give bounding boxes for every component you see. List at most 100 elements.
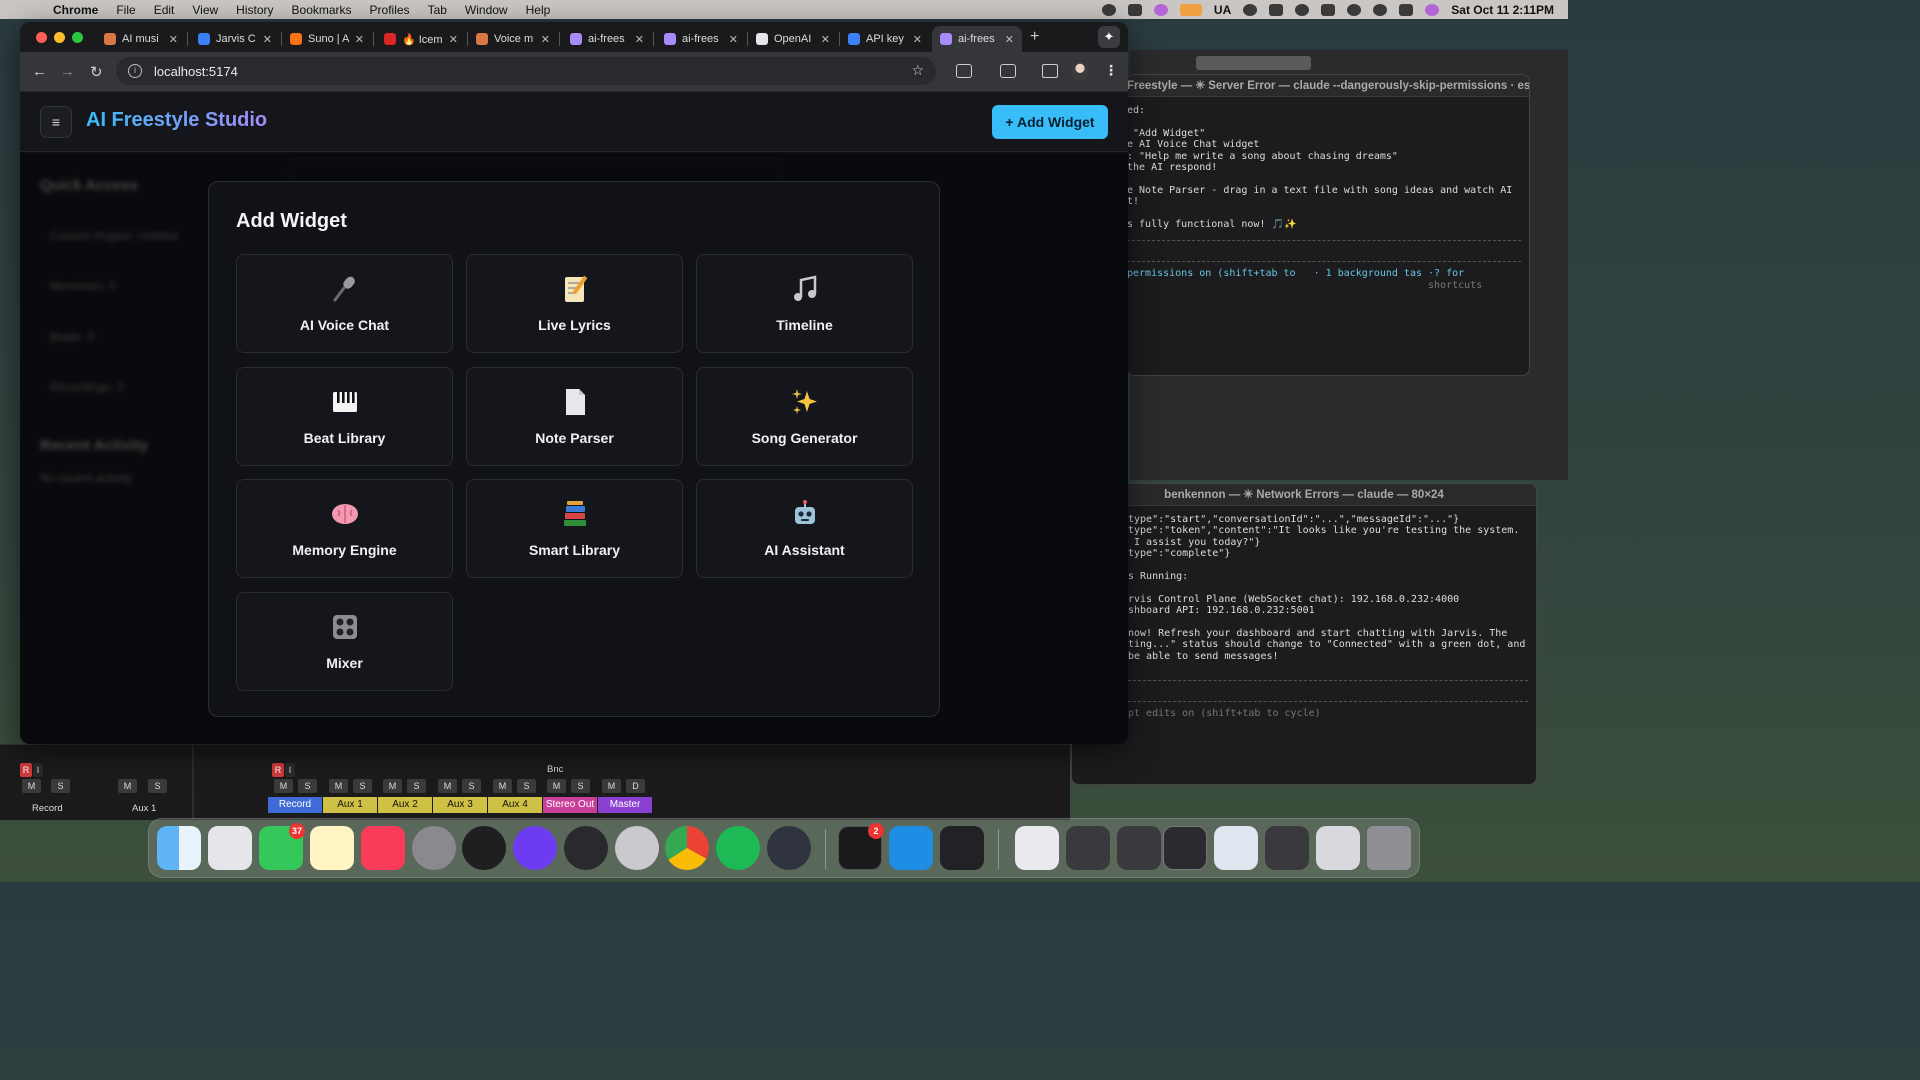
widget-option-live-lyrics[interactable]: Live Lyrics xyxy=(466,254,683,353)
widget-option-mixer[interactable]: Mixer xyxy=(236,592,453,691)
docker-icon[interactable] xyxy=(889,826,933,870)
compressor-icon[interactable] xyxy=(615,826,659,870)
new-tab-button[interactable]: + xyxy=(1030,28,1039,46)
bus-label[interactable]: Master xyxy=(598,797,652,813)
recent-folder-icon[interactable] xyxy=(1066,826,1110,870)
browser-tab[interactable]: ai-frees ✕ xyxy=(932,26,1022,52)
mute-button[interactable]: M xyxy=(118,779,137,793)
close-tab-icon[interactable]: ✕ xyxy=(635,33,644,46)
close-tab-icon[interactable]: ✕ xyxy=(729,33,738,46)
arc-icon[interactable] xyxy=(513,826,557,870)
hamburger-menu-icon[interactable]: ≡ xyxy=(40,106,72,138)
menu-edit[interactable]: Edit xyxy=(145,3,184,17)
sparkle-status-icon[interactable] xyxy=(1127,3,1142,16)
widget-option-song-generator[interactable]: Song Generator xyxy=(696,367,913,466)
browser-tab[interactable]: API key ✕ xyxy=(840,26,930,52)
close-tab-icon[interactable]: ✕ xyxy=(355,33,364,46)
menu-history[interactable]: History xyxy=(227,3,282,17)
trash-icon[interactable] xyxy=(1367,826,1411,870)
browser-tab[interactable]: Voice m ✕ xyxy=(468,26,558,52)
profile-avatar[interactable] xyxy=(1071,62,1089,80)
microphone-status-icon[interactable] xyxy=(1179,3,1202,16)
bus-label[interactable]: Aux 1 xyxy=(323,797,377,813)
browser-tab[interactable]: ai-frees ✕ xyxy=(562,26,652,52)
finder-icon[interactable] xyxy=(157,826,201,870)
widget-option-smart-library[interactable]: Smart Library xyxy=(466,479,683,578)
window-thumbnail[interactable] xyxy=(1163,826,1207,870)
music-file-icon[interactable] xyxy=(1015,826,1059,870)
solo-button[interactable]: S xyxy=(51,779,70,793)
forward-arrow-icon[interactable]: → xyxy=(60,63,75,80)
browser-tab[interactable]: ai-frees ✕ xyxy=(656,26,746,52)
menu-profiles[interactable]: Profiles xyxy=(361,3,419,17)
menu-help[interactable]: Help xyxy=(517,3,560,17)
menu-window[interactable]: Window xyxy=(456,3,517,17)
audio-app-icon[interactable] xyxy=(940,826,984,870)
close-tab-icon[interactable]: ✕ xyxy=(263,33,272,46)
bookmark-star-icon[interactable]: ☆ xyxy=(911,62,924,79)
app-status-icon[interactable] xyxy=(1153,3,1168,16)
close-tab-icon[interactable]: ✕ xyxy=(169,33,178,46)
solo-button[interactable]: S xyxy=(148,779,167,793)
control-center-icon[interactable] xyxy=(1399,3,1414,16)
add-widget-button[interactable]: + Add Widget xyxy=(992,105,1108,139)
widget-option-ai-assistant[interactable]: AI Assistant xyxy=(696,479,913,578)
system-settings-icon[interactable] xyxy=(412,826,456,870)
browser-tab[interactable]: OpenAI ✕ xyxy=(748,26,838,52)
site-info-icon[interactable]: i xyxy=(128,64,142,78)
chrome-icon[interactable] xyxy=(665,826,709,870)
spotlight-icon[interactable] xyxy=(1373,3,1388,16)
mixer-app-icon[interactable] xyxy=(564,826,608,870)
close-tab-icon[interactable]: ✕ xyxy=(541,33,550,46)
tab-search-icon[interactable]: ✦ xyxy=(1098,26,1120,48)
window-thumbnail[interactable] xyxy=(1265,826,1309,870)
chrome-menu-icon[interactable]: ⋮ xyxy=(1104,62,1118,79)
zoom-window-button[interactable] xyxy=(72,32,83,43)
reload-icon[interactable]: ↻ xyxy=(90,63,103,81)
bus-label[interactable]: Record xyxy=(268,797,322,813)
menu-bookmarks[interactable]: Bookmarks xyxy=(283,3,361,17)
close-tab-icon[interactable]: ✕ xyxy=(913,33,922,46)
browser-tab[interactable]: Jarvis C ✕ xyxy=(190,26,280,52)
window-thumbnail[interactable] xyxy=(1214,826,1258,870)
battery-icon[interactable] xyxy=(1321,3,1336,16)
widget-option-memory-engine[interactable]: Memory Engine xyxy=(236,479,453,578)
bus-label[interactable]: Stereo Out xyxy=(543,797,597,813)
close-tab-icon[interactable]: ✕ xyxy=(449,33,458,46)
atom-icon[interactable] xyxy=(767,826,811,870)
launchpad-icon[interactable] xyxy=(208,826,252,870)
weather-icon[interactable] xyxy=(1101,3,1116,16)
display-icon[interactable] xyxy=(1269,3,1284,16)
widget-option-beat-library[interactable]: Beat Library xyxy=(236,367,453,466)
extensions-icon[interactable] xyxy=(956,64,972,78)
bus-label[interactable]: Aux 3 xyxy=(433,797,487,813)
browser-tab[interactable]: Suno | A ✕ xyxy=(282,26,372,52)
close-tab-icon[interactable]: ✕ xyxy=(1005,33,1014,46)
widget-option-note-parser[interactable]: Note Parser xyxy=(466,367,683,466)
browser-tab[interactable]: 🔥 Icem ✕ xyxy=(376,26,466,52)
bus-label[interactable]: Aux 4 xyxy=(488,797,542,813)
widget-option-ai-voice-chat[interactable]: AI Voice Chat xyxy=(236,254,453,353)
spotify-icon[interactable] xyxy=(716,826,760,870)
url-text[interactable]: localhost:5174 xyxy=(154,64,238,79)
media-controls-icon[interactable] xyxy=(1042,64,1058,78)
bluetooth-icon[interactable] xyxy=(1243,3,1258,16)
menu-view[interactable]: View xyxy=(183,3,227,17)
cast-icon[interactable] xyxy=(1000,64,1016,78)
logic-icon[interactable] xyxy=(462,826,506,870)
close-tab-icon[interactable]: ✕ xyxy=(821,33,830,46)
notes-icon[interactable] xyxy=(310,826,354,870)
close-window-button[interactable] xyxy=(36,32,47,43)
minimize-window-button[interactable] xyxy=(54,32,65,43)
play-status-icon[interactable] xyxy=(1295,3,1310,16)
menubar-clock[interactable]: Sat Oct 11 2:11PM xyxy=(1451,3,1554,17)
recent-folder-icon[interactable] xyxy=(1117,826,1161,870)
menu-file[interactable]: File xyxy=(107,3,144,17)
back-arrow-icon[interactable]: ← xyxy=(32,63,47,80)
mute-button[interactable]: M xyxy=(22,779,41,793)
app-menu[interactable]: Chrome xyxy=(44,3,107,17)
menu-tab[interactable]: Tab xyxy=(419,3,456,17)
bus-label[interactable]: Aux 2 xyxy=(378,797,432,813)
music-icon[interactable] xyxy=(361,826,405,870)
wifi-icon[interactable] xyxy=(1347,3,1362,16)
